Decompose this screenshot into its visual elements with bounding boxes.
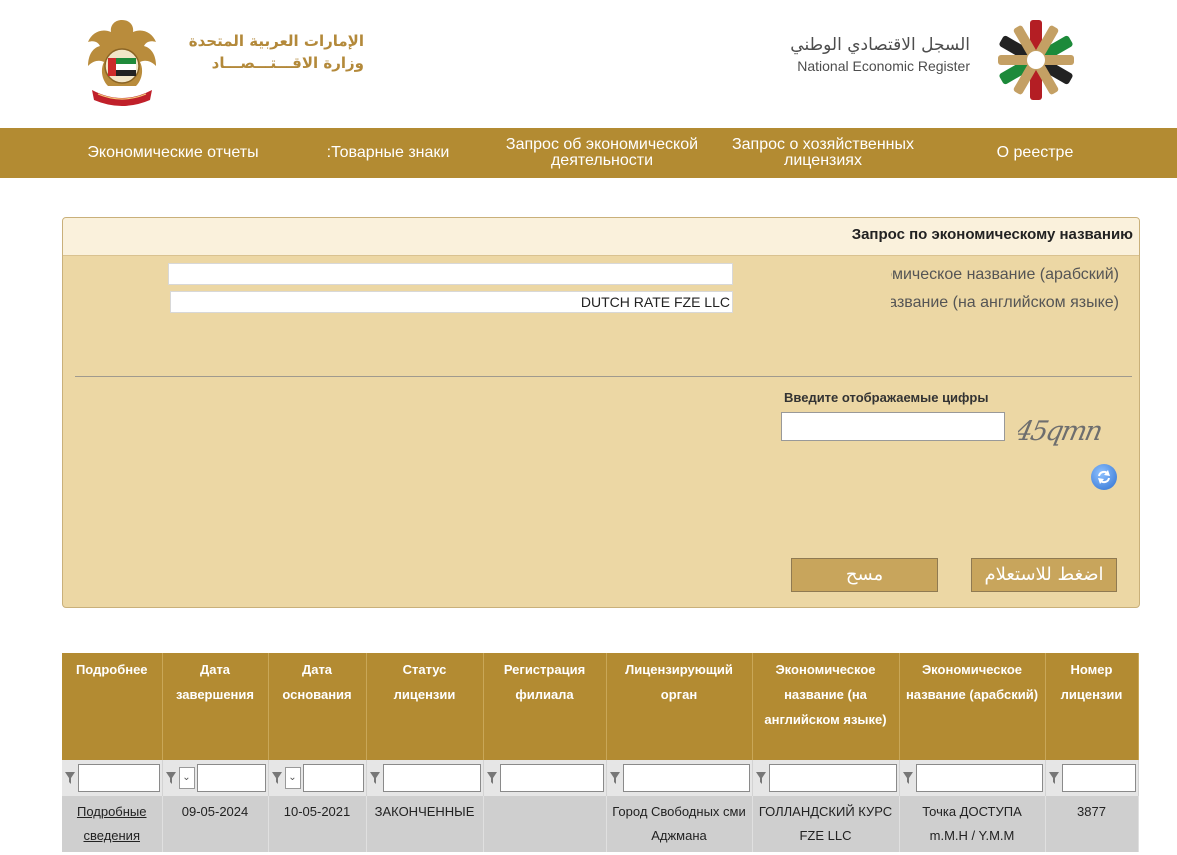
english-name-input[interactable]: DUTCH RATE FZE LLC (170, 291, 733, 313)
captcha-text: 45qmn (1018, 416, 1104, 447)
col-header-start-date[interactable]: Дата основания (268, 653, 367, 760)
search-panel: Запрос по экономическому названию Эконом… (62, 217, 1140, 608)
uae-name-arabic: الإمارات العربية المتحدة (188, 32, 364, 50)
filter-icon[interactable] (369, 770, 381, 786)
search-panel-header: Запрос по экономическому названию (63, 218, 1139, 256)
filter-input-authority[interactable] (622, 764, 750, 792)
col-header-license-status[interactable]: Статус лицензии (366, 653, 484, 760)
filter-input-name-arabic[interactable] (915, 764, 1043, 792)
captcha-label: Введите отображаемые цифры (784, 390, 989, 405)
filter-icon[interactable] (271, 770, 283, 786)
site-header: الإمارات العربية المتحدة وزارة الاقـــتـ… (0, 0, 1177, 128)
filter-input-status[interactable] (382, 764, 481, 792)
nav-economic-activity-query[interactable]: Запрос об экономической деятельности (500, 128, 704, 178)
filter-row: ⌄ ⌄ (62, 760, 1139, 796)
nav-trademarks[interactable]: :Товарные знаки (298, 128, 478, 178)
col-header-name-arabic[interactable]: Экономическое название (арабский) (899, 653, 1046, 760)
filter-icon[interactable] (64, 770, 76, 786)
register-name-arabic: السجل الاقتصادي الوطني (790, 35, 970, 55)
captcha-image: 45qmn (1018, 416, 1104, 447)
ministry-name-arabic: وزارة الاقـــتـــصـــاد (211, 54, 364, 72)
cell-licensing-authority: Город Свободных сми Аджмана (606, 796, 753, 852)
arabic-name-label: Экономическое название (арабский) (891, 266, 1119, 283)
cell-name-arabic: Точка ДОСТУПА m.M.H / Y.M.M (899, 796, 1046, 852)
captcha-input[interactable] (781, 412, 1005, 441)
cell-name-english: ГОЛЛАНДСКИЙ КУРС FZE LLC (752, 796, 900, 852)
cell-branch-registration (483, 796, 607, 852)
filter-input-name-english[interactable] (768, 764, 897, 792)
col-header-details[interactable]: Подробнее (62, 653, 163, 760)
table-row: Подробные сведения 09-05-2024 10-05-2021… (62, 796, 1139, 852)
col-header-name-english[interactable]: Экономическое название (на английском яз… (752, 653, 900, 760)
ner-logo (998, 20, 1074, 100)
filter-icon[interactable] (902, 770, 914, 786)
english-name-label: Экономическое название (на английском яз… (891, 294, 1119, 311)
panel-divider (75, 376, 1132, 377)
details-link[interactable]: Подробные сведения (62, 796, 163, 852)
submit-query-button[interactable]: اضغط للاستعلام (971, 558, 1117, 592)
filter-icon[interactable] (755, 770, 767, 786)
main-nav: Экономические отчеты :Товарные знаки Зап… (0, 128, 1177, 178)
filter-icon[interactable] (609, 770, 621, 786)
cell-license-status: ЗАКОНЧЕННЫЕ (366, 796, 484, 852)
col-header-licensing-authority[interactable]: Лицензирующий орган (606, 653, 753, 760)
filter-input-end-date[interactable] (196, 764, 266, 792)
filter-input-details[interactable] (78, 764, 160, 792)
nav-about-register[interactable]: О реестре (950, 128, 1120, 178)
cell-license-number: 3877 (1045, 796, 1139, 852)
cell-start-date: 10-05-2021 (268, 796, 367, 852)
register-name-english: National Economic Register (797, 58, 970, 74)
filter-icon[interactable] (1048, 770, 1060, 786)
col-header-branch-registration[interactable]: Регистрация филиала (483, 653, 607, 760)
captcha-refresh-icon[interactable] (1091, 464, 1117, 490)
results-table: Подробнее Дата завершения Дата основания… (62, 653, 1139, 852)
col-header-end-date[interactable]: Дата завершения (162, 653, 269, 760)
col-header-license-number[interactable]: Номер лицензии (1045, 653, 1139, 760)
chevron-down-icon[interactable]: ⌄ (284, 767, 301, 789)
ministry-name: الإمارات العربية المتحدة وزارة الاقـــتـ… (172, 30, 364, 74)
chevron-down-icon[interactable]: ⌄ (178, 767, 195, 789)
filter-icon[interactable] (165, 770, 177, 786)
filter-input-start-date[interactable] (302, 764, 364, 792)
cell-end-date: 09-05-2024 (162, 796, 269, 852)
search-panel-title: Запрос по экономическому названию (851, 226, 1133, 243)
nav-license-query[interactable]: Запрос о хозяйственных лицензиях (722, 128, 924, 178)
filter-input-branch[interactable] (499, 764, 604, 792)
nav-economic-reports[interactable]: Экономические отчеты (72, 128, 274, 178)
uae-emblem-logo (88, 20, 156, 106)
register-name: السجل الاقتصادي الوطني National Economic… (760, 34, 970, 76)
arabic-name-input[interactable] (168, 263, 733, 285)
filter-icon[interactable] (486, 770, 498, 786)
clear-button[interactable]: مسح (791, 558, 938, 592)
filter-input-license-number[interactable] (1061, 764, 1136, 792)
